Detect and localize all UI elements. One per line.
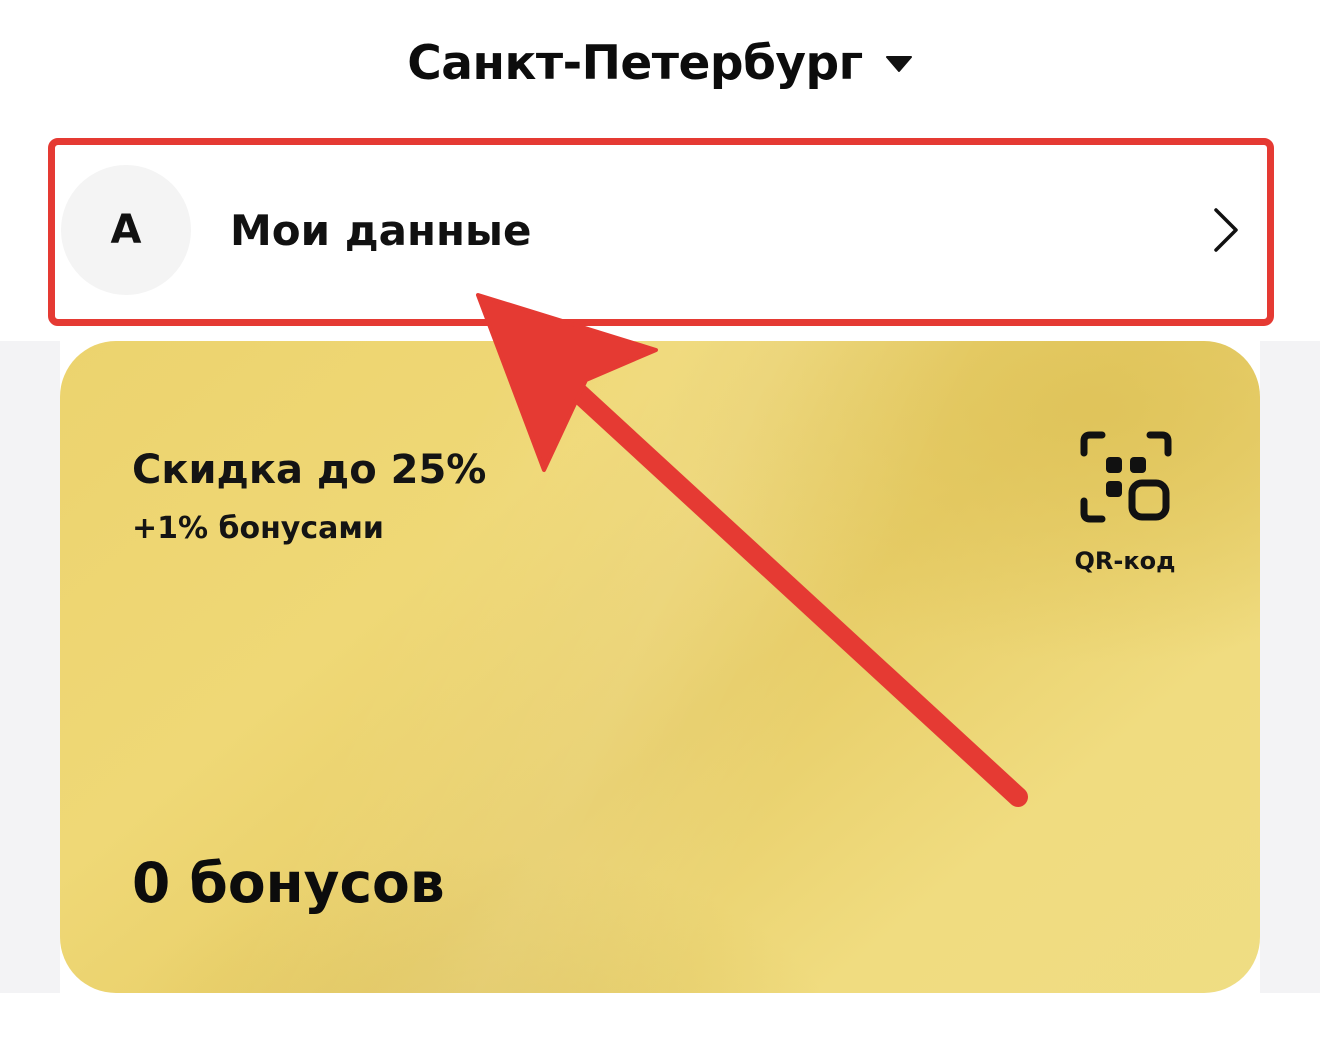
chevron-right-icon — [1214, 208, 1238, 252]
my-data-row[interactable]: А Мои данные — [54, 144, 1264, 316]
caret-down-icon — [885, 56, 912, 72]
city-selector[interactable]: Санкт-Петербург — [0, 28, 1320, 98]
qr-code-icon — [1080, 431, 1172, 523]
loyalty-card[interactable]: Скидка до 25% +1% бонусами QR-код 0 бону… — [60, 341, 1260, 993]
qr-code-button[interactable]: QR-код — [1060, 431, 1190, 581]
my-data-label: Мои данные — [230, 205, 532, 255]
bonus-balance: 0 бонусов — [132, 851, 445, 915]
discount-title: Скидка до 25% — [132, 447, 487, 493]
avatar-letter: А — [110, 207, 142, 253]
bonus-subtitle: +1% бонусами — [132, 511, 384, 546]
city-name: Санкт-Петербург — [407, 35, 863, 91]
qr-code-label: QR-код — [1074, 547, 1176, 575]
avatar: А — [61, 165, 191, 295]
